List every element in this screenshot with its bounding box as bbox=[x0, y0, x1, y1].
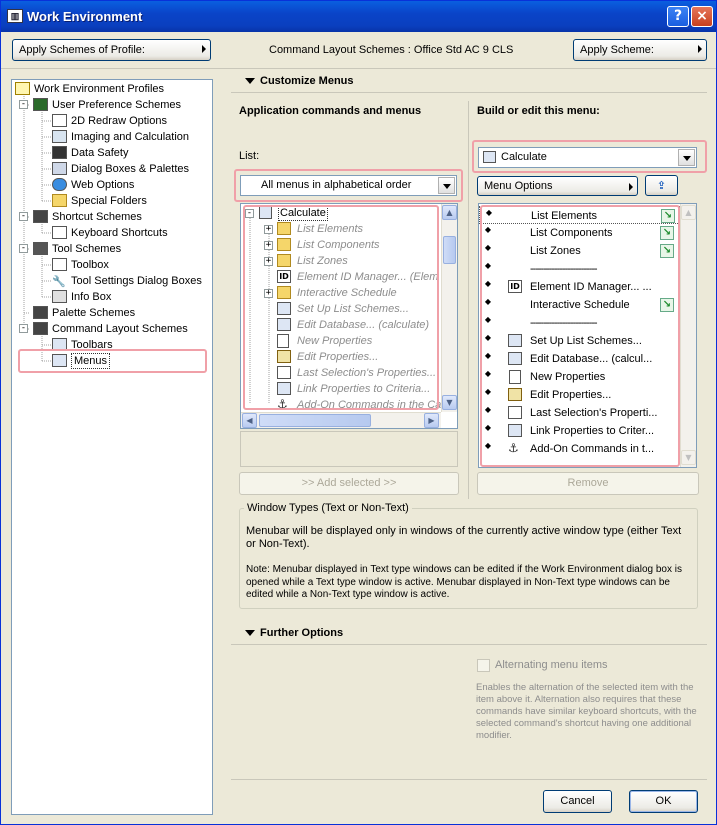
palette-schemes-icon bbox=[33, 306, 48, 319]
highlight-frame bbox=[18, 349, 207, 373]
collapse-toggle[interactable]: - bbox=[19, 100, 28, 109]
submenu-arrow-icon bbox=[698, 45, 702, 53]
imaging-icon bbox=[52, 130, 67, 143]
app-icon: ▥ bbox=[7, 9, 23, 23]
tree-item-label: Tool Schemes bbox=[52, 243, 122, 255]
dialog-boxes-icon bbox=[52, 162, 67, 175]
customize-menus-title: Customize Menus bbox=[260, 75, 354, 87]
work-environment-dialog: ▥ Work Environment ? × Apply Schemes of … bbox=[0, 0, 717, 825]
tree-item-label: Command Layout Schemes bbox=[52, 323, 188, 335]
tree-item-label: Web Options bbox=[71, 179, 135, 191]
user-preference-icon bbox=[33, 98, 48, 111]
ok-button[interactable]: OK bbox=[629, 790, 698, 813]
tree-item-label: Toolbox bbox=[71, 259, 109, 271]
window-types-note: Note: Menubar displayed in Text type win… bbox=[246, 564, 682, 600]
tree-item-label: Keyboard Shortcuts bbox=[71, 227, 168, 239]
collapse-section-icon[interactable] bbox=[245, 630, 255, 636]
tree-item-label: 2D Redraw Options bbox=[71, 115, 167, 127]
toolbox-icon bbox=[52, 258, 67, 271]
scroll-down-icon[interactable]: ▼ bbox=[681, 450, 696, 465]
cancel-button[interactable]: Cancel bbox=[543, 790, 612, 813]
command-description-box bbox=[240, 431, 458, 467]
info-box-icon bbox=[52, 290, 67, 303]
tree-item-label: Info Box bbox=[71, 291, 112, 303]
scheme-tree[interactable]: Work Environment Profiles - User Prefere… bbox=[11, 79, 213, 815]
command-layout-icon bbox=[33, 322, 48, 335]
remove-button[interactable]: Remove bbox=[477, 472, 699, 495]
tree-item-label: Special Folders bbox=[71, 195, 147, 207]
scroll-down-icon[interactable]: ▼ bbox=[442, 395, 457, 410]
horizontal-scrollbar[interactable]: ◀ ▶ bbox=[241, 412, 441, 428]
alternating-checkbox[interactable] bbox=[477, 659, 490, 672]
menu-options-button[interactable]: Menu Options bbox=[477, 176, 638, 196]
tool-schemes-icon bbox=[33, 242, 48, 255]
collapse-toggle[interactable]: - bbox=[19, 244, 28, 253]
scroll-thumb[interactable] bbox=[443, 236, 456, 264]
vertical-scrollbar[interactable]: ▲ ▼ bbox=[680, 204, 696, 467]
highlight-frame bbox=[234, 169, 463, 202]
highlight-frame bbox=[243, 205, 439, 410]
scroll-left-icon[interactable]: ◀ bbox=[242, 413, 257, 428]
help-button[interactable]: ? bbox=[667, 6, 689, 27]
tree-item-label: Dialog Boxes & Palettes bbox=[71, 163, 190, 175]
window-types-title: Window Types (Text or Non-Text) bbox=[244, 502, 412, 514]
scroll-thumb[interactable] bbox=[259, 414, 371, 427]
collapse-toggle[interactable]: - bbox=[19, 324, 28, 333]
profiles-icon bbox=[15, 82, 30, 95]
close-button[interactable]: × bbox=[691, 6, 713, 27]
keyboard-icon bbox=[52, 226, 67, 239]
tree-item-label: Imaging and Calculation bbox=[71, 131, 190, 143]
submenu-arrow-icon bbox=[629, 183, 633, 191]
section-divider bbox=[231, 644, 707, 645]
tree-item-label: Shortcut Schemes bbox=[52, 211, 142, 223]
tree-item-label: Tool Settings Dialog Boxes bbox=[71, 275, 202, 287]
scroll-up-icon[interactable]: ▲ bbox=[442, 205, 457, 220]
footer-divider bbox=[231, 779, 707, 780]
data-safety-icon bbox=[52, 146, 67, 159]
submenu-arrow-icon bbox=[202, 45, 206, 53]
collapse-section-icon[interactable] bbox=[245, 78, 255, 84]
window-title: Work Environment bbox=[27, 9, 143, 24]
export-icon: ⇪ bbox=[656, 180, 667, 192]
tree-item-label: Palette Schemes bbox=[52, 307, 136, 319]
title-bar[interactable]: ▥ Work Environment ? × bbox=[1, 1, 716, 32]
alternating-label: Alternating menu items bbox=[495, 659, 608, 671]
left-heading: Application commands and menus bbox=[239, 105, 422, 117]
export-menu-button[interactable]: ⇪ bbox=[645, 175, 678, 196]
scheme-caption: Command Layout Schemes : Office Std AC 9… bbox=[269, 44, 514, 56]
column-divider bbox=[468, 101, 469, 499]
list-label: List: bbox=[239, 150, 260, 162]
wrench-icon: 🔧 bbox=[52, 276, 66, 288]
alternating-description: Enables the alternation of the selected … bbox=[476, 682, 697, 741]
section-divider bbox=[231, 92, 707, 93]
right-heading: Build or edit this menu: bbox=[477, 105, 600, 117]
highlight-frame bbox=[472, 140, 707, 173]
collapse-toggle[interactable]: - bbox=[19, 212, 28, 221]
highlight-frame bbox=[480, 205, 680, 467]
shortcut-schemes-icon bbox=[33, 210, 48, 223]
folder-icon bbox=[52, 194, 67, 207]
apply-scheme-button[interactable]: Apply Scheme: bbox=[573, 39, 707, 61]
globe-icon bbox=[52, 178, 67, 191]
further-options-title: Further Options bbox=[260, 627, 344, 639]
add-selected-button[interactable]: >> Add selected >> bbox=[239, 472, 459, 495]
apply-scheme-label: Apply Scheme: bbox=[580, 44, 654, 56]
tree-item-label: User Preference Schemes bbox=[52, 99, 181, 111]
tree-item-label: Data Safety bbox=[71, 147, 129, 159]
apply-profile-label: Apply Schemes of Profile: bbox=[19, 44, 145, 56]
tree-item-label: Work Environment Profiles bbox=[34, 83, 165, 95]
redraw-icon bbox=[52, 114, 67, 127]
scroll-right-icon[interactable]: ▶ bbox=[424, 413, 439, 428]
scroll-up-icon[interactable]: ▲ bbox=[681, 205, 696, 220]
window-types-description: Menubar will be displayed only in window… bbox=[246, 525, 682, 550]
apply-profile-button[interactable]: Apply Schemes of Profile: bbox=[12, 39, 211, 61]
vertical-scrollbar[interactable]: ▲ ▼ bbox=[441, 204, 457, 412]
menu-options-label: Menu Options bbox=[484, 180, 553, 192]
